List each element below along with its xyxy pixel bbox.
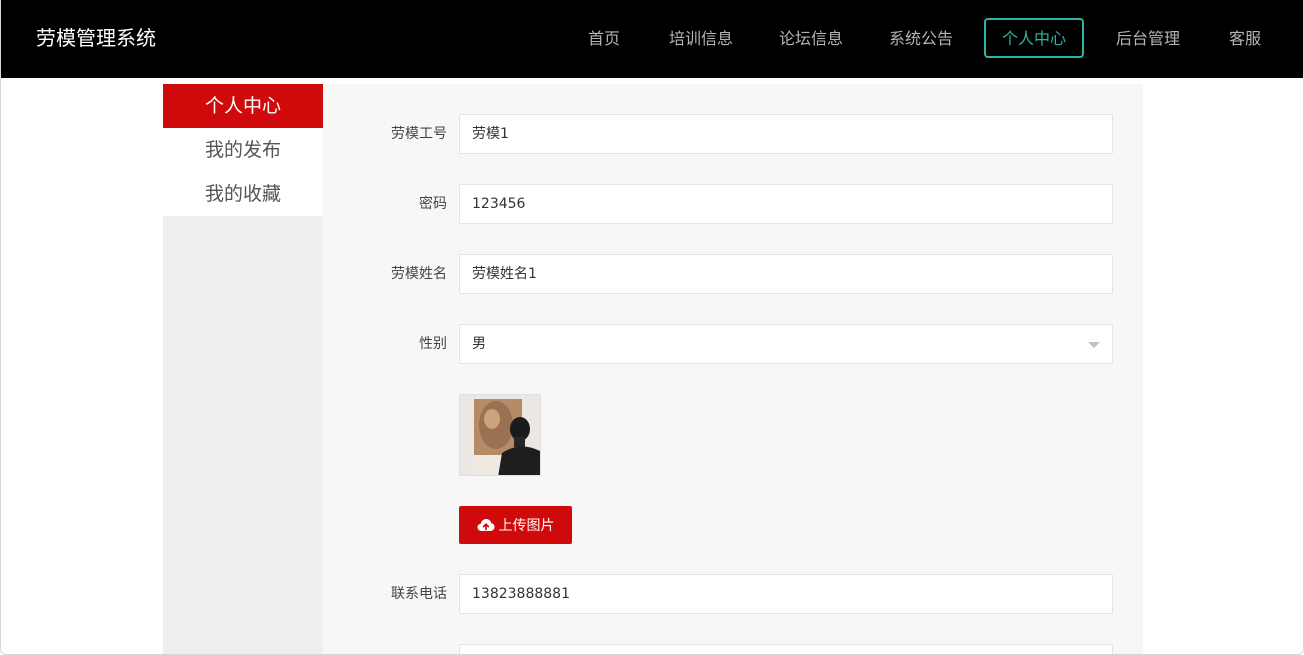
sidebar: 个人中心 我的发布 我的收藏 [163, 84, 323, 655]
chevron-down-icon [1088, 342, 1100, 348]
top-navbar: 劳模管理系统 首页 培训信息 论坛信息 系统公告 个人中心 后台管理 客服 [0, 0, 1304, 78]
next-field-input[interactable] [459, 644, 1113, 655]
nav-training-info[interactable]: 培训信息 [655, 18, 747, 58]
avatar-image [459, 394, 541, 476]
name-label: 劳模姓名 [391, 266, 447, 282]
worker-id-input[interactable]: 劳模1 [459, 114, 1113, 154]
gender-select[interactable]: 男 [459, 324, 1113, 364]
password-label: 密码 [419, 196, 447, 212]
phone-label: 联系电话 [391, 586, 447, 602]
phone-input[interactable]: 13823888881 [459, 574, 1113, 614]
gender-label: 性别 [419, 336, 447, 352]
sidebar-item-my-favorites[interactable]: 我的收藏 [163, 172, 323, 216]
nav-home[interactable]: 首页 [572, 18, 636, 58]
sidebar-menu: 个人中心 我的发布 我的收藏 [163, 84, 323, 216]
nav-admin[interactable]: 后台管理 [1102, 18, 1194, 58]
cloud-upload-icon [477, 519, 494, 531]
upload-image-button[interactable]: 上传图片 [459, 506, 572, 544]
gender-selected-value: 男 [472, 336, 486, 352]
nav-personal-center[interactable]: 个人中心 [984, 18, 1084, 58]
nav-system-notice[interactable]: 系统公告 [875, 18, 967, 58]
site-brand[interactable]: 劳模管理系统 [36, 24, 156, 52]
password-input[interactable]: 123456 [459, 184, 1113, 224]
sidebar-item-personal-center[interactable]: 个人中心 [163, 84, 323, 128]
worker-id-label: 劳模工号 [391, 126, 447, 142]
profile-form: 劳模工号 劳模1 密码 123456 劳模姓名 劳模姓名1 性别 男 上传图片 … [323, 84, 1143, 655]
name-input[interactable]: 劳模姓名1 [459, 254, 1113, 294]
avatar-photo [460, 395, 540, 475]
upload-button-label: 上传图片 [498, 518, 555, 534]
nav-customer-service[interactable]: 客服 [1215, 18, 1275, 58]
sidebar-item-my-posts[interactable]: 我的发布 [163, 128, 323, 172]
nav-forum-info[interactable]: 论坛信息 [765, 18, 857, 58]
